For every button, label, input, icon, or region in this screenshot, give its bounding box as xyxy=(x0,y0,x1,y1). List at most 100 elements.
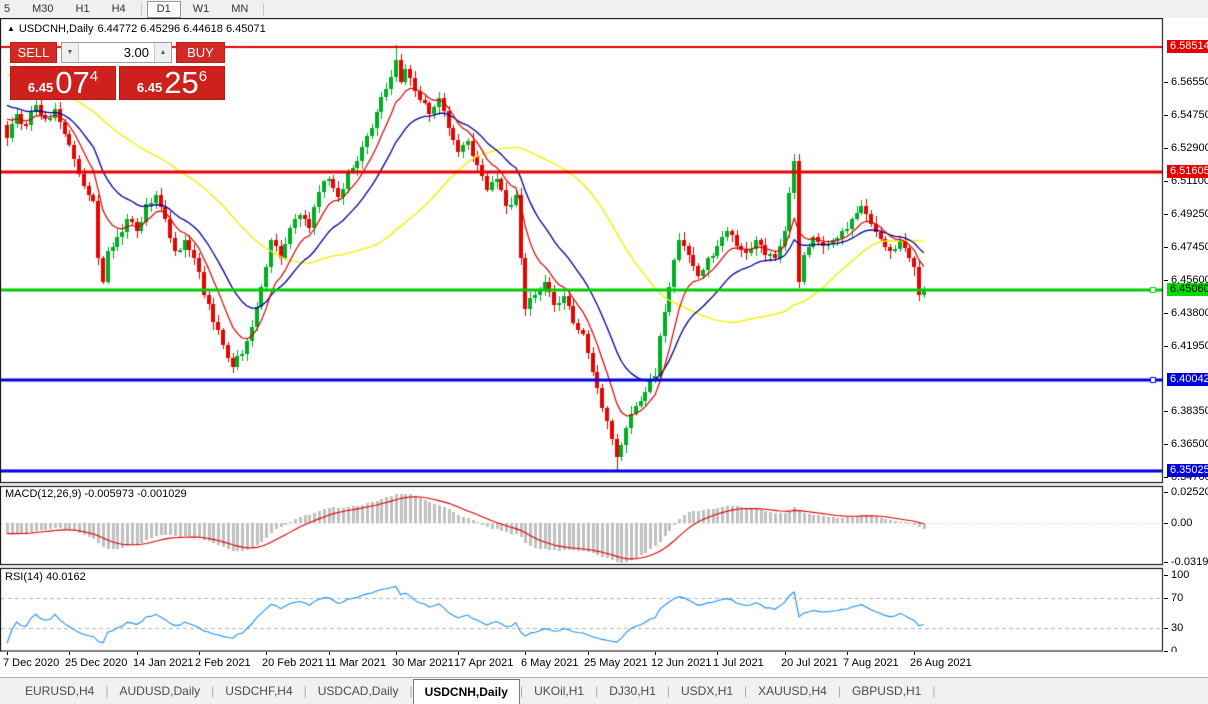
buy-price-box[interactable]: 6.45 25 6 xyxy=(119,66,225,100)
price-tick-label: 6.49250 xyxy=(1171,208,1208,220)
volume-input[interactable]: 3.00 xyxy=(79,43,154,62)
date-label: 2 Feb 2021 xyxy=(195,657,251,669)
axis-tick xyxy=(1164,561,1168,563)
level-price-badge: 6.35025 xyxy=(1167,464,1208,477)
axis-tick xyxy=(1164,213,1168,215)
timeframe-button-mn[interactable]: MN xyxy=(221,1,258,18)
price-tick-label: 6.56550 xyxy=(1171,76,1208,88)
chart-tab-gbpusd[interactable]: GBPUSD,H1 xyxy=(841,678,932,704)
chart-area: ▲ USDCNH,Daily 6.44772 6.45296 6.44618 6… xyxy=(0,18,1208,657)
date-label: 14 Jan 2021 xyxy=(133,657,194,669)
date-label: 30 Mar 2021 xyxy=(392,657,454,669)
macd-tick-label: -0.031994 xyxy=(1171,556,1208,568)
sell-button[interactable]: SELL xyxy=(10,42,57,63)
date-tick xyxy=(588,652,589,655)
rsi-tick-label: 30 xyxy=(1171,622,1184,634)
chart-ohlc-values: 6.44772 6.45296 6.44618 6.45071 xyxy=(97,23,266,35)
volume-increase-icon[interactable]: ▲ xyxy=(154,43,171,62)
price-tick-label: 6.52900 xyxy=(1171,142,1208,154)
date-tick xyxy=(717,652,718,655)
date-tick xyxy=(458,652,459,655)
macd-indicator-label: MACD(12,26,9) -0.005973 -0.001029 xyxy=(5,488,187,500)
buy-price-base: 6.45 xyxy=(136,80,163,95)
chart-tab-ukoil[interactable]: UKOil,H1 xyxy=(523,678,595,704)
macd-tick-label: 0.025209 xyxy=(1171,486,1208,498)
axis-tick xyxy=(1164,627,1168,629)
date-tick xyxy=(525,652,526,655)
sell-price-box[interactable]: 6.45 07 4 xyxy=(10,66,116,100)
buy-price-pips: 25 xyxy=(164,65,199,100)
date-axis[interactable]: 7 Dec 2020 25 Dec 2020 14 Jan 2021 2 Feb 20… xyxy=(0,652,1208,677)
date-tick xyxy=(655,652,656,655)
volume-spinner: ▼ 3.00 ▲ xyxy=(61,42,172,63)
date-label: 1 Jul 2021 xyxy=(713,657,764,669)
date-tick xyxy=(914,652,915,655)
axis-tick xyxy=(1164,114,1168,116)
timeframe-toolbar: 5 M30 H1 H4 D1 W1 MN xyxy=(0,0,1208,19)
axis-tick xyxy=(1164,491,1168,493)
date-tick xyxy=(847,652,848,655)
axis-tick xyxy=(1164,312,1168,314)
timeframe-button-h1[interactable]: H1 xyxy=(66,1,100,18)
date-label: 20 Jul 2021 xyxy=(781,657,838,669)
date-label: 17 Apr 2021 xyxy=(454,657,514,669)
axis-tick xyxy=(1164,246,1168,248)
chart-tab-usdchf[interactable]: USDCHF,H4 xyxy=(214,678,303,704)
date-tick xyxy=(7,652,8,655)
axis-tick xyxy=(1164,279,1168,281)
timeframe-button-d1[interactable]: D1 xyxy=(146,0,181,18)
rsi-tick-label: 100 xyxy=(1171,569,1190,581)
sell-price-point: 4 xyxy=(89,68,99,85)
timeframe-button-w1[interactable]: W1 xyxy=(183,1,220,18)
tab-separator: | xyxy=(932,684,936,698)
price-tick-label: 6.36500 xyxy=(1171,438,1208,450)
timeframe-button-m30[interactable]: M30 xyxy=(22,1,63,18)
axis-tick xyxy=(1164,597,1168,599)
chart-tab-audusd[interactable]: AUDUSD,Daily xyxy=(108,678,211,704)
date-label: 20 Feb 2021 xyxy=(262,657,324,669)
rsi-indicator-label: RSI(14) 40.0162 xyxy=(5,571,86,583)
volume-decrease-icon[interactable]: ▼ xyxy=(62,43,79,62)
date-label: 7 Aug 2021 xyxy=(843,657,899,669)
level-price-badge: 6.51605 xyxy=(1167,165,1208,178)
date-tick xyxy=(69,652,70,655)
date-label: 11 Mar 2021 xyxy=(325,657,386,669)
axis-tick xyxy=(1164,81,1168,83)
level-price-badge: 6.45060 xyxy=(1167,283,1208,296)
axis-tick xyxy=(1164,147,1168,149)
price-axis[interactable]: 6.56550 6.54750 6.52900 6.51100 6.49250 6.474… xyxy=(1164,18,1208,657)
price-chart-canvas[interactable] xyxy=(0,18,1164,652)
chart-tab-xauusd[interactable]: XAUUSD,H4 xyxy=(747,678,838,704)
date-tick xyxy=(329,652,330,655)
toolbar-separator xyxy=(140,2,142,16)
date-tick xyxy=(785,652,786,655)
date-tick xyxy=(199,652,200,655)
date-label: 26 Aug 2021 xyxy=(910,657,972,669)
toolbar-separator xyxy=(263,2,265,16)
chart-symbol-label: USDCNH,Daily xyxy=(18,23,94,35)
date-tick xyxy=(396,652,397,655)
chart-tab-eurusd[interactable]: EURUSD,H4 xyxy=(14,678,105,704)
price-tick-label: 6.47450 xyxy=(1171,241,1208,253)
date-label: 7 Dec 2020 xyxy=(3,657,60,669)
date-tick xyxy=(266,652,267,655)
price-tick-label: 6.41950 xyxy=(1171,340,1208,352)
axis-tick xyxy=(1164,443,1168,445)
date-label: 25 May 2021 xyxy=(584,657,648,669)
chart-title: ▲ USDCNH,Daily 6.44772 6.45296 6.44618 6… xyxy=(7,23,266,35)
buy-button[interactable]: BUY xyxy=(176,42,225,63)
sell-price-pips: 07 xyxy=(55,65,90,100)
price-tick-label: 6.38350 xyxy=(1171,405,1208,417)
one-click-trade-panel: SELL ▼ 3.00 ▲ BUY 6.45 07 4 6.45 25 6 xyxy=(10,42,225,100)
chart-tab-dj30[interactable]: DJ30,H1 xyxy=(598,678,667,704)
timeframe-button-5[interactable]: 5 xyxy=(0,1,20,18)
chart-tab-usdx[interactable]: USDX,H1 xyxy=(670,678,744,704)
mt4-window: 5 M30 H1 H4 D1 W1 MN ▲ USDCNH,Daily 6.44772 6.… xyxy=(0,0,1208,704)
collapse-triangle-icon[interactable]: ▲ xyxy=(7,25,15,33)
chart-tab-usdcnh[interactable]: USDCNH,Daily xyxy=(412,679,520,704)
date-label: 6 May 2021 xyxy=(521,657,579,669)
timeframe-button-h4[interactable]: H4 xyxy=(102,1,136,18)
price-tick-label: 6.43800 xyxy=(1171,307,1208,319)
axis-tick xyxy=(1164,410,1168,412)
chart-tab-usdcad[interactable]: USDCAD,Daily xyxy=(307,678,410,704)
